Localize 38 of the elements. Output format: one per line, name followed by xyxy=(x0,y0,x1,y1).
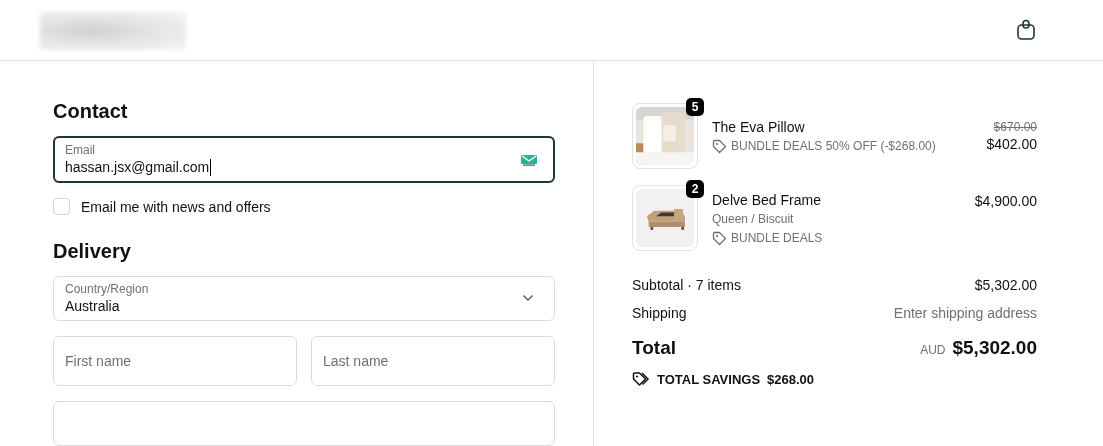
price: $402.00 xyxy=(986,135,1037,154)
field-value: hassan.jsx@gmail.com xyxy=(65,158,212,176)
quantity-badge: 5 xyxy=(686,98,704,116)
section-heading: Contact xyxy=(53,99,129,123)
checkbox-label: Email me with news and offers xyxy=(81,199,271,215)
input-field[interactable]: First name xyxy=(53,336,297,386)
product-variant: Queen / Biscuit xyxy=(712,211,795,228)
input-field[interactable]: Last name xyxy=(311,336,555,386)
subtotal-amount: $5,302.00 xyxy=(974,277,1037,293)
section-heading: Delivery xyxy=(53,238,132,263)
field-value: Australia xyxy=(65,296,121,315)
currency-code: AUD xyxy=(920,343,946,357)
checkbox[interactable] xyxy=(53,198,70,216)
discount-label: BUNDLE DEALS 50% OFF (-$268.00) xyxy=(731,138,936,155)
total-label: Total xyxy=(632,337,676,359)
country-select[interactable]: Country/Region Australia xyxy=(53,275,555,321)
shipping-value: Enter shipping address xyxy=(893,305,1037,321)
shipping-label: Shipping xyxy=(632,305,687,321)
savings-amount: $268.00 xyxy=(767,371,815,387)
cart-button[interactable] xyxy=(1015,18,1037,42)
tags-icon xyxy=(632,371,650,387)
shopping-bag-icon xyxy=(1016,19,1036,41)
product-name: Delve Bed Frame xyxy=(712,192,822,209)
discount-label: BUNDLE DEALS xyxy=(731,230,823,247)
email-field[interactable]: Email hassan.jsx@gmail.com xyxy=(53,136,555,184)
savings-label: TOTAL SAVINGS xyxy=(657,371,761,387)
field-label: Country/Region xyxy=(65,281,149,297)
total-amount: $5,302.00 xyxy=(952,337,1037,359)
product-name: The Eva Pillow xyxy=(712,119,806,136)
price: $4,900.00 xyxy=(974,192,1037,211)
chevron-down-icon xyxy=(522,294,534,303)
input-field[interactable] xyxy=(53,401,555,446)
subtotal-label: Subtotal · 7 items xyxy=(632,277,741,293)
field-label: Email xyxy=(65,143,96,158)
tag-icon xyxy=(712,139,727,154)
original-price: $670.00 xyxy=(993,119,1037,135)
tag-icon xyxy=(712,231,727,246)
quantity-badge: 2 xyxy=(686,180,704,198)
